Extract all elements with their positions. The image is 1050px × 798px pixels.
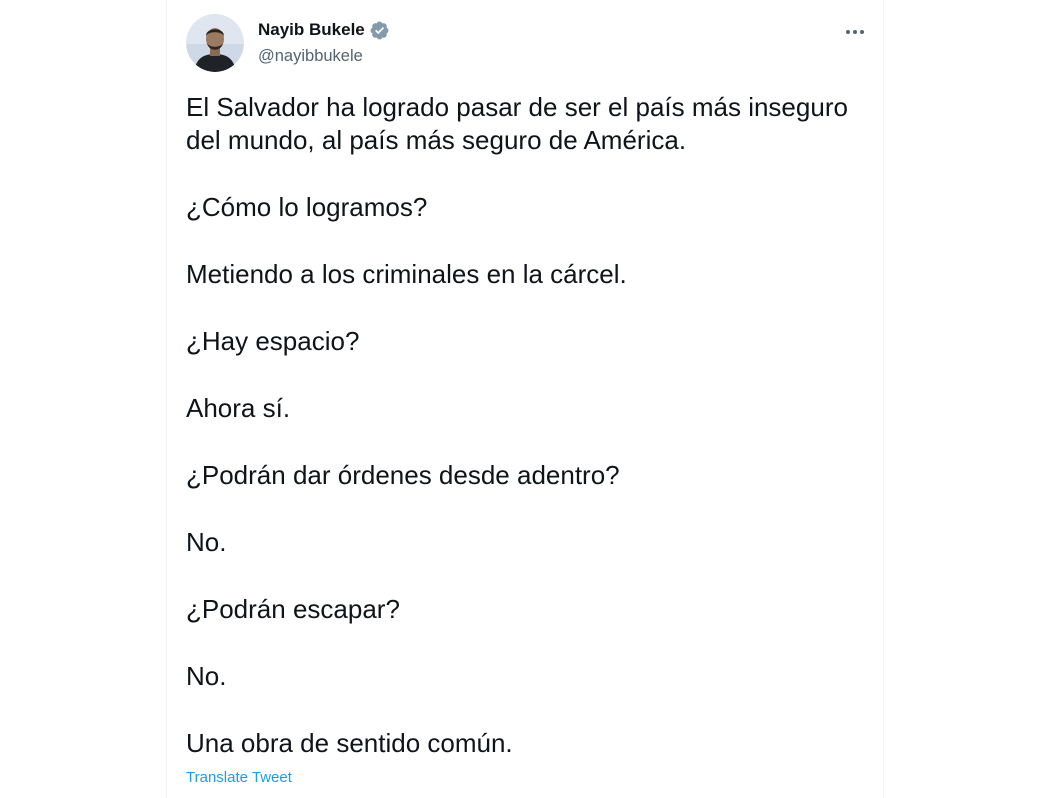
more-options-icon [845, 22, 865, 40]
author-name[interactable]: Nayib Bukele [258, 19, 390, 41]
verified-badge-icon [369, 20, 390, 41]
tweet-line: ¿Podrán dar órdenes desde adentro? [186, 460, 620, 490]
tweet-line: No. [186, 527, 227, 557]
tweet-line: ¿Cómo lo logramos? [186, 192, 428, 222]
tweet-line: Ahora sí. [186, 393, 291, 423]
tweet-line: No. [186, 661, 227, 691]
author-handle[interactable]: @nayibbukele [258, 45, 363, 67]
tweet-card: Nayib Bukele @nayibbukele El Salvador ha… [166, 0, 884, 798]
tweet-line: Metiendo a los criminales en la cárcel. [186, 259, 627, 289]
tweet-line: ¿Hay espacio? [186, 326, 360, 356]
tweet-line: Una obra de sentido común. [186, 728, 513, 758]
tweet-line: ¿Podrán escapar? [186, 594, 400, 624]
author-name-text[interactable]: Nayib Bukele [258, 19, 365, 41]
translate-tweet-link[interactable]: Translate Tweet [186, 768, 292, 788]
avatar[interactable] [186, 14, 244, 72]
tweet-text: El Salvador ha logrado pasar de ser el p… [186, 91, 866, 794]
more-options-button[interactable] [841, 20, 869, 42]
tweet-line: El Salvador ha logrado pasar de ser el p… [186, 92, 848, 155]
